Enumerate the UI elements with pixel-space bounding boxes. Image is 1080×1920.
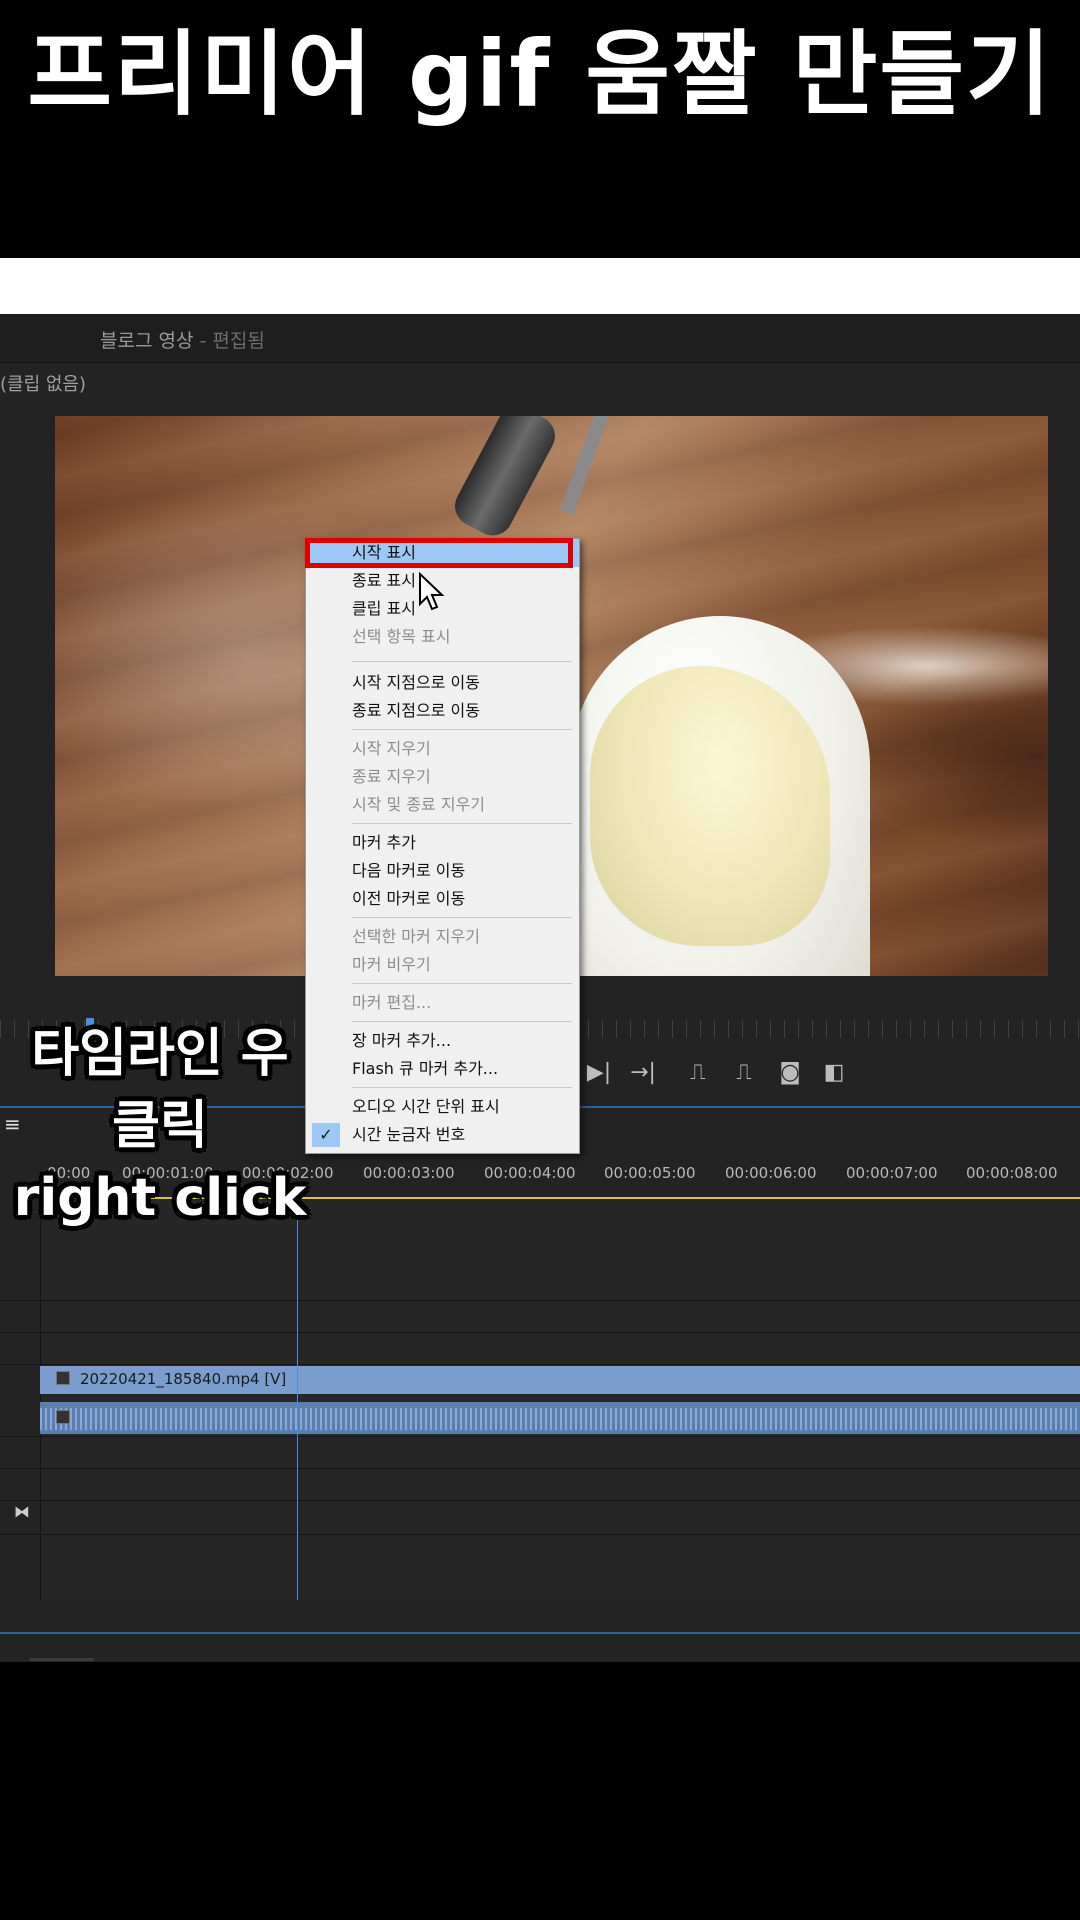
menu-item-time-ruler-numbers[interactable]: ✓ 시간 눈금자 번호 <box>306 1121 579 1149</box>
menu-item-go-to-out[interactable]: 종료 지점으로 이동 <box>306 697 579 725</box>
track-divider <box>0 1436 1080 1437</box>
menu-item-go-to-in[interactable]: 시작 지점으로 이동 <box>306 669 579 697</box>
menu-separator <box>352 661 572 662</box>
export-frame-icon[interactable]: ◙ <box>775 1060 805 1085</box>
fx-badge-icon <box>56 1371 70 1385</box>
white-strip <box>0 258 1080 314</box>
menu-item-label: 시간 눈금자 번호 <box>352 1125 466 1144</box>
menu-separator <box>352 823 572 824</box>
context-menu: 시작 표시 종료 표시 클립 표시 선택 항목 표시 시작 지점으로 이동 종료… <box>305 538 580 1154</box>
timecode-label: 00:00:03:00 <box>363 1164 455 1182</box>
go-to-out-icon[interactable]: →| <box>628 1060 658 1085</box>
menu-item-clear-out: 종료 지우기 <box>352 767 431 786</box>
track-divider <box>0 1364 1080 1365</box>
extract-icon[interactable]: ⎍ <box>729 1060 759 1085</box>
menu-item-clear-in-out: 시작 및 종료 지우기 <box>352 795 486 814</box>
menu-item-clear-markers: 마커 비우기 <box>352 955 431 974</box>
menu-separator <box>352 983 572 984</box>
timecode-label: 00:00:07:00 <box>846 1164 938 1182</box>
track-divider <box>0 1468 1080 1469</box>
timeline-playhead[interactable] <box>297 1184 298 1600</box>
track-divider <box>0 1332 1080 1333</box>
track-divider <box>0 1534 1080 1535</box>
audio-waveform <box>40 1408 1080 1430</box>
menu-item-clear-in: 시작 지우기 <box>352 739 431 758</box>
timecode-label: 00:00:08:00 <box>966 1164 1058 1182</box>
caption-line-english: right click <box>13 1168 307 1228</box>
highlight-callout-box <box>305 538 573 568</box>
mouse-pointer-icon <box>418 571 448 616</box>
menu-item-add-chapter-marker[interactable]: 장 마커 추가... <box>306 1027 579 1055</box>
track-divider <box>0 1500 1080 1501</box>
menu-item-edit-marker: 마커 편집... <box>352 993 432 1012</box>
checkmark-icon: ✓ <box>312 1123 340 1147</box>
tutorial-caption: 타임라인 우클릭 right click <box>10 1018 310 1234</box>
page-title: 프리미어 gif 움짤 만들기 <box>27 21 1053 128</box>
menu-item-clear-selected-marker: 선택한 마커 지우기 <box>352 927 480 946</box>
compare-icon[interactable]: ◧ <box>819 1060 849 1085</box>
menu-item-add-marker[interactable]: 마커 추가 <box>306 829 579 857</box>
source-monitor-label: (클립 없음) <box>0 374 87 395</box>
program-monitor-title[interactable]: 블로그 영상 - 편집됨 <box>100 326 265 353</box>
video-clip-label: 20220421_185840.mp4 [V] <box>80 1370 287 1388</box>
scrollbar-thumb[interactable] <box>30 1658 94 1661</box>
sequence-name: 블로그 영상 <box>100 330 194 352</box>
track-divider <box>0 1300 1080 1301</box>
menu-separator <box>352 1087 572 1088</box>
sequence-status: - 편집됨 <box>193 330 265 352</box>
lift-icon[interactable]: ⎍ <box>683 1060 713 1085</box>
fx-badge-icon <box>56 1410 70 1424</box>
transition-icon[interactable]: ⧓ <box>14 1502 30 1521</box>
step-forward-icon[interactable]: ▶︎| <box>584 1060 614 1085</box>
menu-separator <box>352 1021 572 1022</box>
timecode-label: 00:00:06:00 <box>725 1164 817 1182</box>
menu-item-next-marker[interactable]: 다음 마커로 이동 <box>306 857 579 885</box>
menu-item-previous-marker[interactable]: 이전 마커로 이동 <box>306 885 579 913</box>
menu-item-mark-selection: 선택 항목 표시 <box>352 627 451 646</box>
timecode-label: 00:00:05:00 <box>604 1164 696 1182</box>
timecode-label: 00:00:04:00 <box>484 1164 576 1182</box>
timeline-tracks[interactable] <box>40 1200 1080 1600</box>
menu-separator <box>352 729 572 730</box>
menu-item-show-audio-time-units[interactable]: 오디오 시간 단위 표시 <box>306 1093 579 1121</box>
menu-item-add-flash-cue-marker[interactable]: Flash 큐 마커 추가... <box>306 1055 579 1083</box>
panel-divider <box>0 1632 1080 1634</box>
menu-separator <box>352 917 572 918</box>
video-frame-cream <box>590 666 830 946</box>
caption-line-korean: 타임라인 우클릭 <box>31 1024 289 1156</box>
